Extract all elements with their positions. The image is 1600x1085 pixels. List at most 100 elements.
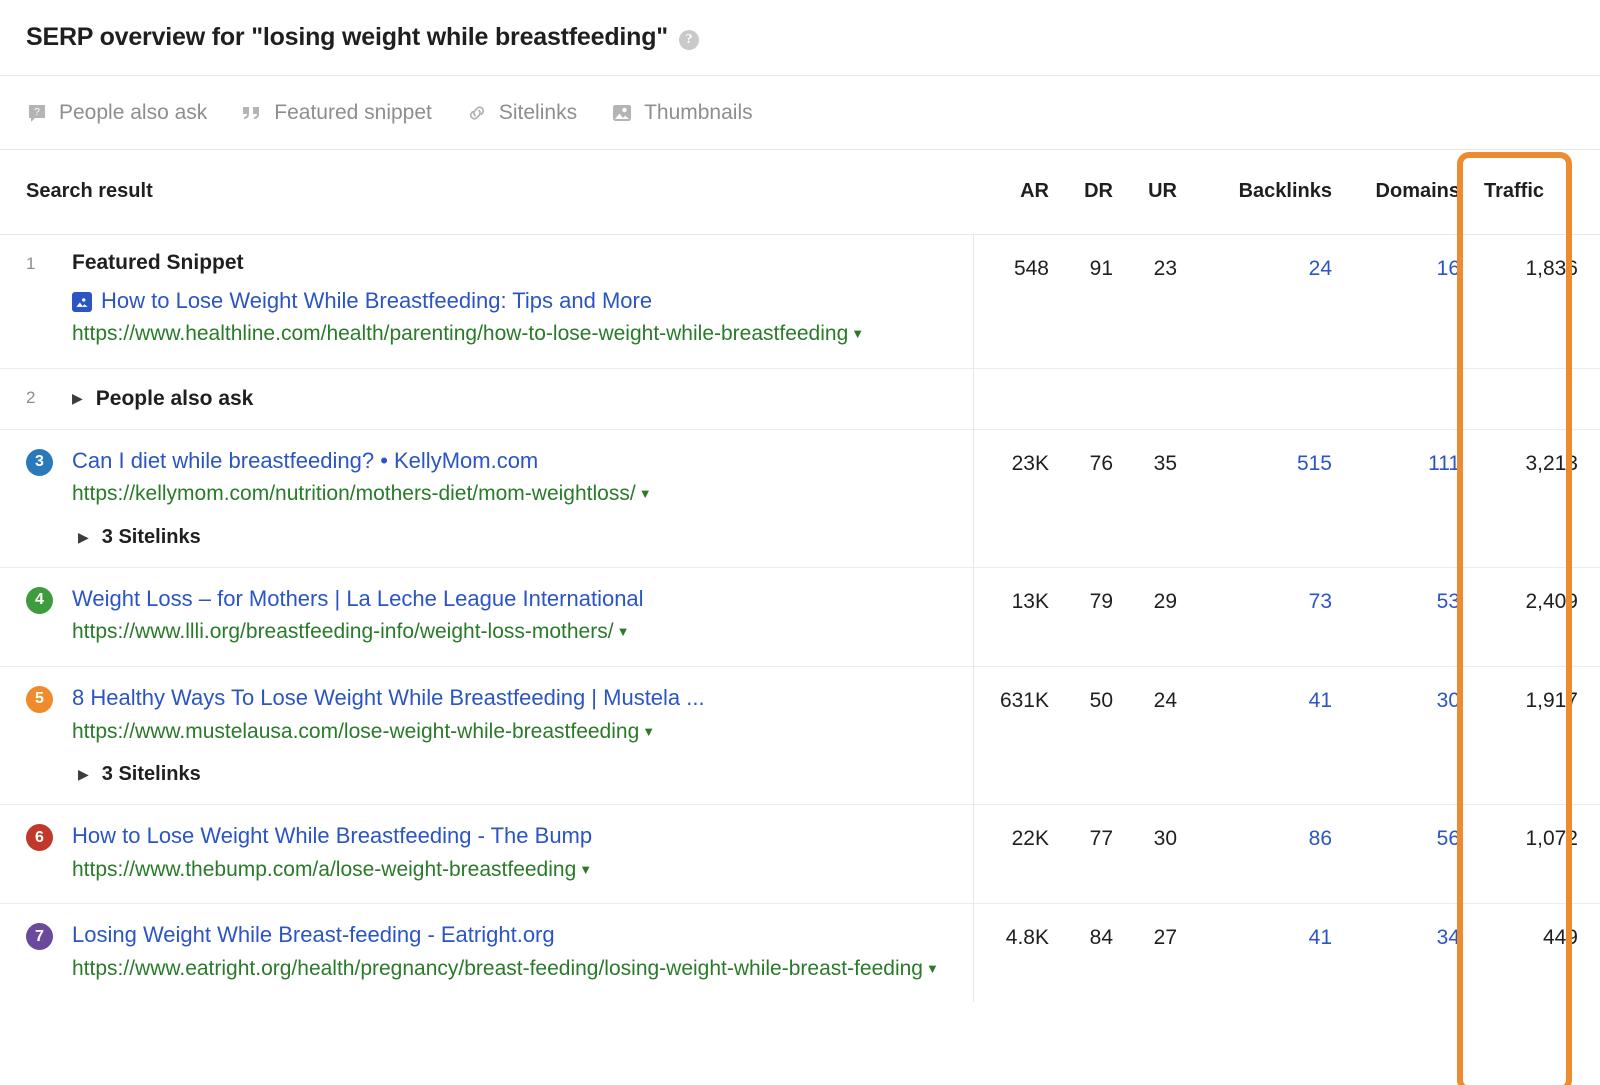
metric-domains[interactable]: 34	[1336, 904, 1464, 1003]
table-row[interactable]: 7 Losing Weight While Breast-feeding - E…	[0, 904, 1600, 1003]
panel-header: SERP overview for "losing weight while b…	[0, 0, 1600, 76]
metric-backlinks[interactable]: 86	[1181, 805, 1336, 904]
result-cell: 5 8 Healthy Ways To Lose Weight While Br…	[0, 666, 973, 804]
serp-feature-people-also-ask[interactable]: ? People also ask	[26, 101, 207, 125]
result-url[interactable]: https://www.thebump.com/a/lose-weight-br…	[72, 855, 955, 885]
result-title-link[interactable]: 8 Healthy Ways To Lose Weight While Brea…	[72, 683, 955, 713]
domains-link[interactable]: 16	[1437, 257, 1460, 280]
column-header-ar[interactable]: AR	[973, 150, 1053, 234]
metric-domains[interactable]: 16	[1336, 234, 1464, 368]
result-cell: 6 How to Lose Weight While Breastfeeding…	[0, 805, 973, 904]
metric-dr: 76	[1053, 429, 1117, 567]
backlinks-link[interactable]: 24	[1309, 257, 1332, 280]
table-row[interactable]: 4 Weight Loss – for Mothers | La Leche L…	[0, 567, 1600, 666]
result-url-text: https://www.llli.org/breastfeeding-info/…	[72, 620, 614, 643]
result-url[interactable]: https://www.mustelausa.com/lose-weight-w…	[72, 717, 955, 747]
page-title: SERP overview for "losing weight while b…	[26, 23, 668, 52]
metric-domains[interactable]: 111	[1336, 429, 1464, 567]
sitelinks-label: 3 Sitelinks	[102, 763, 201, 786]
result-title-link[interactable]: How to Lose Weight While Breastfeeding: …	[101, 286, 652, 316]
column-header-search-result[interactable]: Search result	[0, 150, 973, 234]
serp-feature-thumbnails[interactable]: Thumbnails	[611, 101, 753, 125]
result-cell: 7 Losing Weight While Breast-feeding - E…	[0, 904, 973, 1003]
table-body: 1 Featured Snippet How to Lose Weight Wh…	[0, 234, 1600, 1002]
backlinks-link[interactable]: 515	[1297, 452, 1332, 475]
domains-link[interactable]: 111	[1428, 452, 1460, 475]
metric-ur	[1117, 368, 1181, 429]
metric-ur: 35	[1117, 429, 1181, 567]
metric-backlinks[interactable]: 41	[1181, 666, 1336, 804]
domains-link[interactable]: 34	[1437, 926, 1460, 949]
serp-results-table: Search result AR DR UR Backlinks Domains…	[0, 150, 1600, 1002]
metric-domains[interactable]: 56	[1336, 805, 1464, 904]
people-also-ask-icon: ?	[26, 102, 48, 124]
metric-ar	[973, 368, 1053, 429]
metric-ar: 4.8K	[973, 904, 1053, 1003]
metric-ar: 23K	[973, 429, 1053, 567]
backlinks-link[interactable]: 73	[1309, 590, 1332, 613]
metric-backlinks[interactable]: 41	[1181, 904, 1336, 1003]
result-url-text: https://www.mustelausa.com/lose-weight-w…	[72, 720, 639, 743]
table-row[interactable]: 5 8 Healthy Ways To Lose Weight While Br…	[0, 666, 1600, 804]
column-header-traffic[interactable]: Traffic	[1464, 150, 1600, 234]
backlinks-link[interactable]: 86	[1309, 827, 1332, 850]
metric-domains[interactable]: 53	[1336, 567, 1464, 666]
table-row[interactable]: 1 Featured Snippet How to Lose Weight Wh…	[0, 234, 1600, 368]
metric-ar: 631K	[973, 666, 1053, 804]
chevron-down-icon[interactable]: ▼	[639, 486, 652, 501]
metric-ur: 27	[1117, 904, 1181, 1003]
metric-dr: 77	[1053, 805, 1117, 904]
chevron-down-icon[interactable]: ▼	[617, 624, 630, 639]
result-url[interactable]: https://www.eatright.org/health/pregnanc…	[72, 954, 955, 984]
metric-traffic: 1,836	[1464, 234, 1600, 368]
metric-backlinks[interactable]: 73	[1181, 567, 1336, 666]
result-title-link[interactable]: How to Lose Weight While Breastfeeding -…	[72, 821, 955, 851]
serp-feature-featured-snippet[interactable]: Featured snippet	[241, 101, 432, 125]
expand-triangle-icon[interactable]: ▶	[78, 529, 89, 546]
metric-backlinks[interactable]: 24	[1181, 234, 1336, 368]
result-url[interactable]: https://www.llli.org/breastfeeding-info/…	[72, 617, 955, 647]
result-url[interactable]: https://kellymom.com/nutrition/mothers-d…	[72, 479, 955, 509]
backlinks-link[interactable]: 41	[1309, 689, 1332, 712]
result-title-link[interactable]: Weight Loss – for Mothers | La Leche Lea…	[72, 584, 955, 614]
link-icon	[466, 102, 488, 124]
chevron-down-icon[interactable]: ▼	[851, 326, 864, 341]
column-header-dr[interactable]: DR	[1053, 150, 1117, 234]
expand-triangle-icon[interactable]: ▶	[78, 766, 89, 783]
help-question-icon[interactable]: ?	[679, 30, 699, 50]
table-row[interactable]: 3 Can I diet while breastfeeding? • Kell…	[0, 429, 1600, 567]
result-title-link[interactable]: Can I diet while breastfeeding? • KellyM…	[72, 446, 955, 476]
metric-ar: 548	[973, 234, 1053, 368]
column-header-backlinks[interactable]: Backlinks	[1181, 150, 1336, 234]
chevron-down-icon[interactable]: ▼	[926, 961, 939, 976]
serp-feature-sitelinks[interactable]: Sitelinks	[466, 101, 577, 125]
sitelinks-expander[interactable]: ▶ 3 Sitelinks	[72, 526, 955, 549]
table-row[interactable]: 6 How to Lose Weight While Breastfeeding…	[0, 805, 1600, 904]
result-url[interactable]: https://www.healthline.com/health/parent…	[72, 319, 955, 349]
chevron-down-icon[interactable]: ▼	[579, 862, 592, 877]
domains-link[interactable]: 53	[1437, 590, 1460, 613]
metric-domains[interactable]: 30	[1336, 666, 1464, 804]
table-row[interactable]: 2 ▶ People also ask	[0, 368, 1600, 429]
chevron-down-icon[interactable]: ▼	[642, 724, 655, 739]
sitelinks-expander[interactable]: ▶ 3 Sitelinks	[72, 763, 955, 786]
domains-link[interactable]: 30	[1437, 689, 1460, 712]
result-cell: 4 Weight Loss – for Mothers | La Leche L…	[0, 567, 973, 666]
column-header-domains[interactable]: Domains	[1336, 150, 1464, 234]
domains-link[interactable]: 56	[1437, 827, 1460, 850]
metric-dr: 79	[1053, 567, 1117, 666]
image-icon	[611, 102, 633, 124]
expand-triangle-icon[interactable]: ▶	[72, 390, 83, 407]
serp-feature-label: Featured snippet	[274, 101, 432, 125]
result-url-text: https://kellymom.com/nutrition/mothers-d…	[72, 482, 636, 505]
row-rank: 1	[26, 251, 72, 274]
column-header-ur[interactable]: UR	[1117, 150, 1181, 234]
rank-badge: 5	[26, 686, 53, 713]
metric-traffic: 1,917	[1464, 666, 1600, 804]
result-title-link[interactable]: Losing Weight While Breast-feeding - Eat…	[72, 920, 955, 950]
row-rank: 6	[26, 821, 72, 851]
serp-feature-label: People also ask	[59, 101, 207, 125]
row-rank: 3	[26, 446, 72, 476]
backlinks-link[interactable]: 41	[1309, 926, 1332, 949]
metric-backlinks[interactable]: 515	[1181, 429, 1336, 567]
